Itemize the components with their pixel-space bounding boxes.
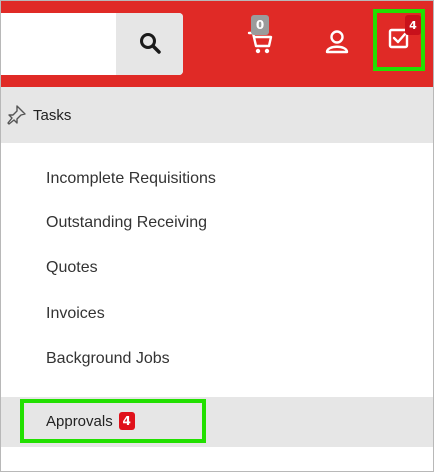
menu-item-label: Incomplete Requisitions	[46, 170, 216, 187]
tasks-panel: Tasks Incomplete Requisitions Outstandin…	[1, 87, 433, 471]
search-box	[1, 13, 183, 75]
approvals-count-badge: 4	[118, 412, 135, 430]
approvals-row: Approvals 4	[1, 397, 433, 447]
panel-header: Tasks	[1, 87, 433, 143]
menu-item-approvals[interactable]: Approvals 4	[20, 399, 206, 443]
menu-item-label: Quotes	[46, 259, 98, 276]
menu-item-outstanding-receiving[interactable]: Outstanding Receiving	[1, 201, 433, 245]
panel-title: Tasks	[33, 106, 72, 124]
menu-item-label: Invoices	[46, 305, 105, 322]
menu-item-quotes[interactable]: Quotes	[1, 246, 433, 290]
menu-item-label: Outstanding Receiving	[46, 214, 207, 231]
pin-icon[interactable]	[5, 103, 29, 127]
cart-count-badge: 0	[251, 15, 269, 35]
user-button[interactable]	[309, 13, 365, 75]
search-button[interactable]	[116, 13, 183, 75]
user-icon	[323, 28, 351, 61]
tasks-count-badge: 4	[405, 15, 421, 35]
menu-item-incomplete-requisitions[interactable]: Incomplete Requisitions	[1, 157, 433, 201]
menu-item-invoices[interactable]: Invoices	[1, 292, 433, 336]
search-icon	[138, 31, 162, 58]
menu-item-label: Background Jobs	[46, 350, 170, 367]
menu-item-background-jobs[interactable]: Background Jobs	[1, 337, 433, 381]
app-frame: 0 4 Tasks Incomplete Requisitions Outsta…	[0, 0, 434, 472]
search-input[interactable]	[1, 13, 116, 75]
approvals-label: Approvals	[46, 412, 113, 430]
top-bar: 0 4	[1, 1, 433, 87]
